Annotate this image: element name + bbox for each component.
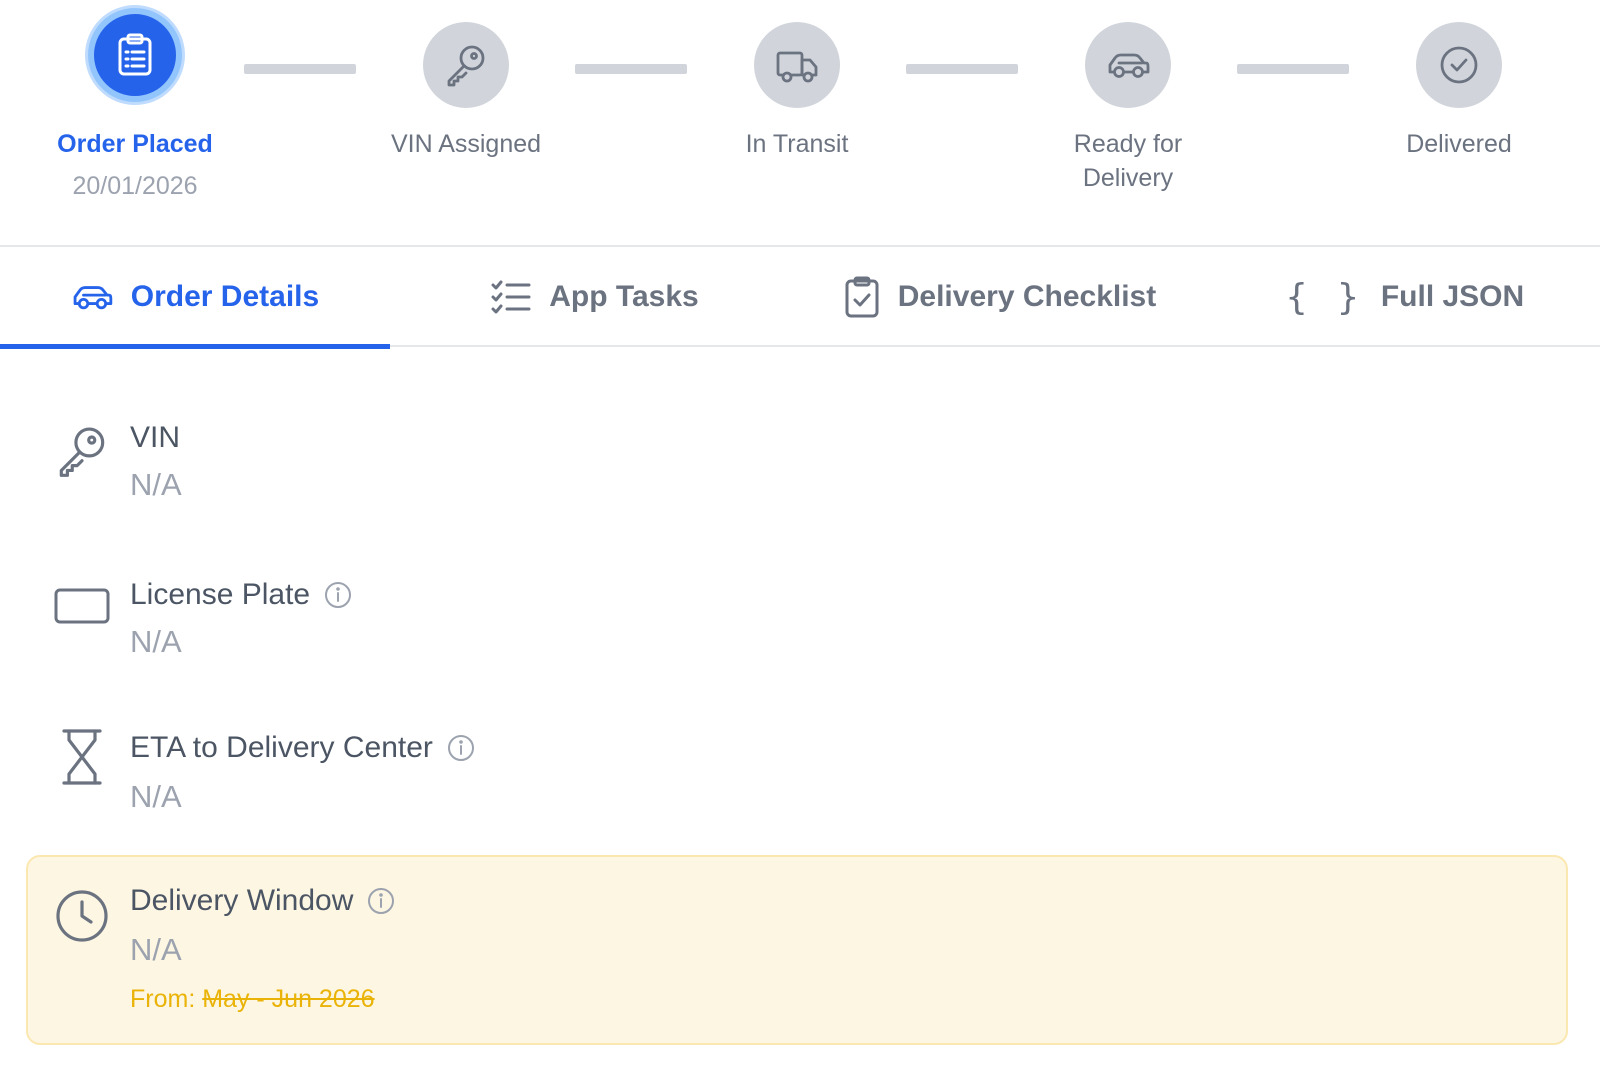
detail-tabs: Order Details App Tasks Delivery Checkli…: [0, 245, 1600, 349]
tab-label: Full JSON: [1380, 280, 1525, 313]
clipboard-check-icon: [844, 276, 880, 318]
hourglass-icon: [54, 729, 110, 785]
delivery-window-from: From: May - Jun 2026: [130, 982, 375, 1016]
key-icon: [423, 22, 509, 108]
check-circle-icon: [1416, 22, 1502, 108]
step-label: Order Placed: [57, 130, 213, 158]
key-icon: [54, 423, 110, 479]
clipboard-icon: [88, 8, 182, 102]
checklist-icon: [491, 280, 531, 314]
license-plate-label: License Plate: [130, 578, 311, 611]
license-plate-value: N/A: [130, 624, 182, 659]
step-label: Ready for Delivery: [1073, 130, 1183, 192]
eta-label: ETA to Delivery Center: [130, 731, 433, 764]
detail-label: License Plate: [130, 576, 352, 614]
vin-value: N/A: [130, 467, 182, 502]
detail-label: ETA to Delivery Center: [130, 729, 475, 767]
info-icon[interactable]: [447, 734, 475, 762]
tab-order-details[interactable]: Order Details: [0, 247, 390, 349]
car-icon: [71, 281, 113, 313]
info-icon[interactable]: [367, 887, 395, 915]
from-value-struck: May - Jun 2026: [202, 985, 375, 1013]
delivery-window-label: Delivery Window: [130, 884, 354, 917]
step-connector: [575, 64, 687, 74]
step-connector: [1237, 64, 1349, 74]
tab-label: Order Details: [130, 280, 320, 313]
step-label: Delivered: [1406, 130, 1512, 158]
detail-vin: VIN N/A: [0, 415, 1600, 515]
clock-icon: [54, 888, 110, 944]
tab-delivery-checklist[interactable]: Delivery Checklist: [800, 247, 1200, 347]
detail-eta: ETA to Delivery Center N/A: [0, 725, 1600, 825]
braces-icon: { }: [1285, 276, 1363, 318]
step-connector: [244, 64, 356, 74]
order-progress-stepper: Order Placed 20/01/2026 VIN Assigned In …: [0, 0, 1600, 245]
detail-label: Delivery Window: [130, 882, 395, 920]
delivery-window-value: N/A: [130, 932, 182, 967]
detail-license-plate: License Plate N/A: [0, 570, 1600, 670]
step-label: In Transit: [745, 130, 849, 158]
vin-label: VIN: [130, 421, 181, 454]
car-icon: [1085, 22, 1171, 108]
tab-label: Delivery Checklist: [897, 280, 1157, 313]
eta-value: N/A: [130, 779, 182, 814]
info-icon[interactable]: [324, 581, 352, 609]
step-date: 20/01/2026: [72, 172, 198, 200]
step-label: VIN Assigned: [390, 130, 542, 158]
from-label: From:: [130, 985, 196, 1013]
truck-icon: [754, 22, 840, 108]
tab-full-json[interactable]: { } Full JSON: [1210, 247, 1600, 347]
license-plate-icon: [54, 578, 110, 634]
detail-label: VIN: [130, 419, 180, 457]
step-connector: [906, 64, 1018, 74]
tab-app-tasks[interactable]: App Tasks: [400, 247, 790, 347]
tab-label: App Tasks: [549, 280, 699, 313]
